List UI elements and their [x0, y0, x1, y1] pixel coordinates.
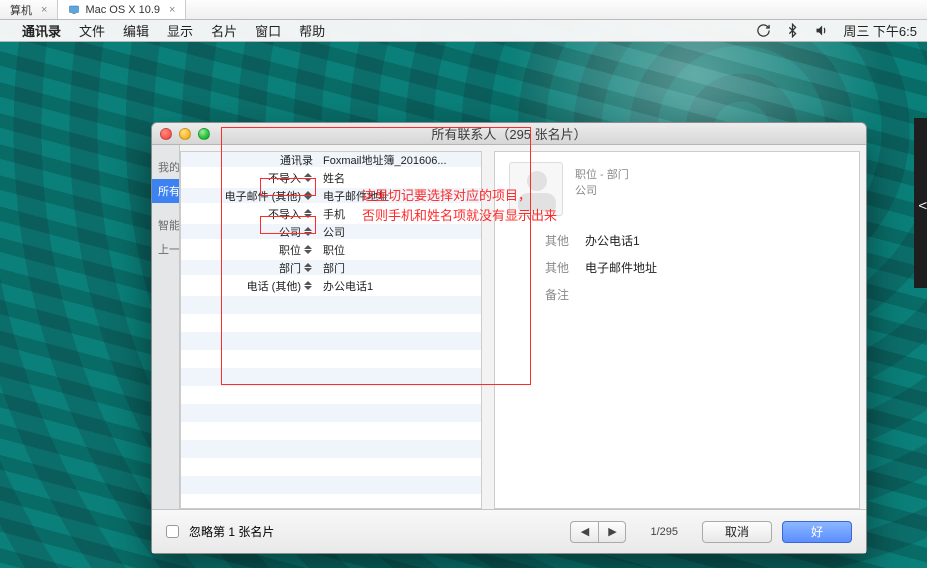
mapping-source-column: 部门	[317, 260, 481, 276]
menu-help[interactable]: 帮助	[299, 21, 325, 40]
import-dialog: 所有联系人（295 张名片） 我的 所有 智能 上一 通讯录Foxmail地址簿…	[151, 122, 867, 554]
stepper-icon[interactable]	[304, 245, 313, 257]
sidebar-item-last[interactable]: 上一	[152, 237, 179, 261]
skip-first-checkbox[interactable]	[166, 525, 179, 538]
mapping-empty-rows	[181, 296, 481, 508]
preview-field-label: 其他	[509, 232, 569, 249]
stepper-icon[interactable]	[304, 281, 313, 293]
preview-field-label: 备注	[509, 286, 569, 303]
menu-card[interactable]: 名片	[211, 21, 237, 40]
mapping-field-selector: 通讯录	[181, 152, 317, 168]
avatar-placeholder	[509, 162, 563, 216]
stepper-icon[interactable]	[304, 227, 313, 239]
close-icon[interactable]: ×	[41, 4, 47, 16]
preview-field: 备注	[509, 286, 845, 303]
host-tab-mac[interactable]: Mac OS X 10.9 ×	[58, 0, 186, 19]
host-tab-label: 算机	[10, 2, 32, 18]
mapping-field-selector[interactable]: 职位	[181, 242, 317, 258]
app-menu[interactable]: 通讯录	[22, 21, 61, 40]
close-icon[interactable]: ×	[169, 4, 175, 16]
skip-first-label: 忽略第 1 张名片	[189, 523, 274, 540]
title-bar[interactable]: 所有联系人（295 张名片）	[152, 123, 866, 145]
host-tab-label: Mac OS X 10.9	[85, 4, 160, 16]
mapping-row: 不导入手机	[181, 206, 481, 224]
mapping-row: 电子邮件 (其他)电子邮件地址	[181, 188, 481, 206]
clock[interactable]: 周三 下午6:5	[843, 21, 917, 40]
stepper-icon[interactable]	[304, 191, 313, 203]
menu-window[interactable]: 窗口	[255, 21, 281, 40]
dialog-bottom-bar: 忽略第 1 张名片 ◀ ▶ 1/295 取消 好	[152, 509, 866, 553]
mapping-source-column: Foxmail地址簿_201606...	[317, 152, 481, 168]
field-mapping-panel: 通讯录Foxmail地址簿_201606...不导入姓名电子邮件 (其他)电子邮…	[180, 151, 482, 509]
contacts-sidebar: 我的 所有 智能 上一	[152, 145, 180, 509]
volume-icon[interactable]	[814, 23, 829, 38]
page-nav-segment: ◀ ▶	[570, 521, 626, 543]
mapping-source-column: 公司	[317, 224, 481, 240]
prev-card-button[interactable]: ◀	[570, 521, 598, 543]
mapping-source-column: 电子邮件地址	[317, 188, 481, 204]
mapping-row: 职位职位	[181, 242, 481, 260]
mapping-source-column: 职位	[317, 242, 481, 258]
sync-icon[interactable]	[756, 23, 771, 38]
mapping-source-column: 办公电话1	[317, 278, 481, 294]
stepper-icon[interactable]	[304, 173, 313, 185]
mapping-row: 电话 (其他)办公电话1	[181, 278, 481, 296]
mapping-source-column: 手机	[317, 206, 481, 222]
host-tab-computer[interactable]: 算机 ×	[0, 0, 58, 19]
mapping-field-selector[interactable]: 不导入	[181, 170, 317, 186]
mapping-row: 不导入姓名	[181, 170, 481, 188]
preview-field-label: 其他	[509, 259, 569, 276]
mapping-row: 部门部门	[181, 260, 481, 278]
stepper-icon[interactable]	[304, 209, 313, 221]
mapping-row: 通讯录Foxmail地址簿_201606...	[181, 152, 481, 170]
preview-field-value: 电子邮件地址	[585, 259, 657, 276]
cancel-button[interactable]: 取消	[702, 521, 772, 543]
ok-button[interactable]: 好	[782, 521, 852, 543]
mapping-row: 公司公司	[181, 224, 481, 242]
preview-field-value: 办公电话1	[585, 232, 640, 249]
mapping-field-selector[interactable]: 电子邮件 (其他)	[181, 188, 317, 204]
mapping-field-selector[interactable]: 电话 (其他)	[181, 278, 317, 294]
mapping-field-selector[interactable]: 不导入	[181, 206, 317, 222]
next-card-button[interactable]: ▶	[598, 521, 626, 543]
stepper-icon[interactable]	[304, 263, 313, 275]
mapping-field-selector[interactable]: 部门	[181, 260, 317, 276]
host-tab-bar: 算机 × Mac OS X 10.9 ×	[0, 0, 927, 20]
preview-company: 公司	[575, 182, 629, 198]
sidebar-item-all[interactable]: 所有	[152, 179, 179, 203]
card-counter: 1/295	[650, 526, 678, 538]
mac-os-icon	[68, 4, 80, 16]
menu-bar: 通讯录 文件 编辑 显示 名片 窗口 帮助 周三 下午6:5	[0, 20, 927, 42]
mapping-source-column: 姓名	[317, 170, 481, 186]
preview-field: 其他电子邮件地址	[509, 259, 845, 276]
bluetooth-icon[interactable]	[785, 23, 800, 38]
mapping-field-selector[interactable]: 公司	[181, 224, 317, 240]
menu-file[interactable]: 文件	[79, 21, 105, 40]
sidebar-header: 智能	[152, 213, 179, 237]
preview-job-dept: 职位 - 部门	[575, 166, 629, 182]
window-title: 所有联系人（295 张名片）	[152, 124, 866, 143]
sidebar-header: 我的	[152, 155, 179, 179]
card-preview-panel: 职位 - 部门 公司 其他办公电话1其他电子邮件地址备注	[494, 151, 860, 509]
menu-edit[interactable]: 编辑	[123, 21, 149, 40]
menu-view[interactable]: 显示	[167, 21, 193, 40]
preview-field: 其他办公电话1	[509, 232, 845, 249]
